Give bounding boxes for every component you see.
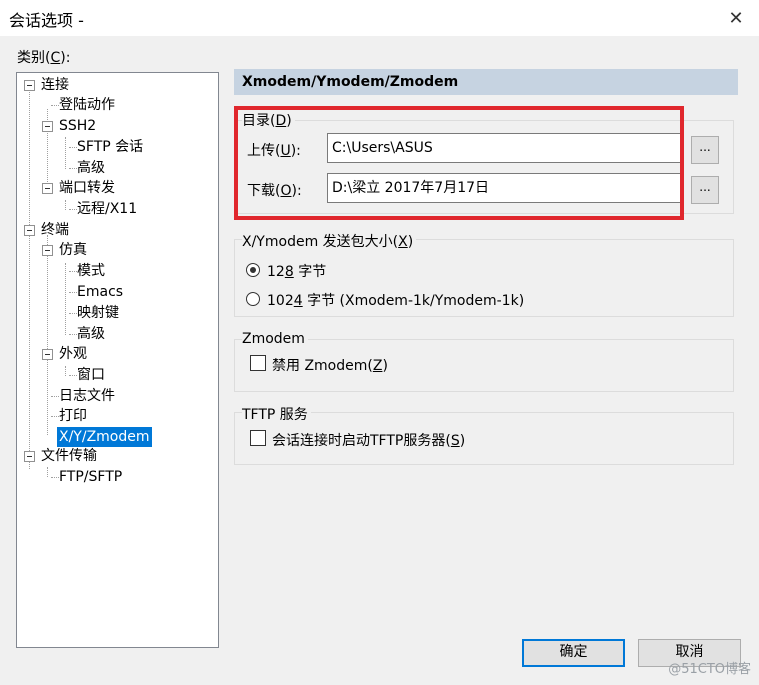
tftp-group-title: TFTP 服务 bbox=[242, 404, 311, 424]
packet-1024-label[interactable]: 1024 字节 (Xmodem-1k/Ymodem-1k) bbox=[267, 290, 524, 310]
tree-item-emulation[interactable]: 仿真 bbox=[57, 240, 89, 260]
upload-path-input[interactable]: C:\Users\ASUS bbox=[327, 133, 682, 163]
start-tftp-checkbox[interactable] bbox=[250, 430, 266, 446]
emulation-collapse-icon[interactable] bbox=[42, 245, 53, 256]
port-forwarding-collapse-icon[interactable] bbox=[42, 183, 53, 194]
file-transfer-collapse-icon[interactable] bbox=[24, 451, 35, 462]
dialog-body: 类别(C): 连接 登陆动作 SSH2 SFTP 会话 高级 端口转发 远程/X… bbox=[0, 36, 759, 685]
ssh2-collapse-icon[interactable] bbox=[42, 121, 53, 132]
tree-item-ssh2-advanced[interactable]: 高级 bbox=[75, 158, 107, 178]
directory-group-title: 目录(D) bbox=[242, 110, 295, 130]
tree-item-login-actions[interactable]: 登陆动作 bbox=[57, 95, 117, 115]
tree-item-window[interactable]: 窗口 bbox=[75, 365, 107, 385]
download-label: 下载(O): bbox=[247, 183, 302, 199]
disable-zmodem-label[interactable]: 禁用 Zmodem(Z) bbox=[272, 355, 388, 375]
download-path-input[interactable]: D:\梁立 2017年7月17日 bbox=[327, 173, 682, 203]
packet-size-group-title: X/Ymodem 发送包大小(X) bbox=[242, 231, 417, 251]
tree-item-modes[interactable]: 模式 bbox=[75, 261, 107, 281]
tree-item-appearance[interactable]: 外观 bbox=[57, 344, 89, 364]
zmodem-group-title: Zmodem bbox=[242, 331, 308, 347]
download-browse-button[interactable]: ... bbox=[691, 176, 719, 204]
tree-item-emacs[interactable]: Emacs bbox=[75, 282, 125, 302]
tree-item-port-forwarding[interactable]: 端口转发 bbox=[57, 178, 117, 198]
window-title: 会话选项 - bbox=[9, 11, 84, 30]
tree-item-sftp-session[interactable]: SFTP 会话 bbox=[75, 137, 145, 157]
tree-item-ftp-sftp[interactable]: FTP/SFTP bbox=[57, 467, 124, 487]
terminal-collapse-icon[interactable] bbox=[24, 225, 35, 236]
tree-item-terminal[interactable]: 终端 bbox=[39, 220, 71, 240]
tree-item-ssh2[interactable]: SSH2 bbox=[57, 116, 98, 136]
packet-1024-radio[interactable] bbox=[246, 292, 260, 306]
tree-item-xyzmodem[interactable]: X/Y/Zmodem bbox=[57, 427, 152, 447]
packet-128-radio[interactable] bbox=[246, 263, 260, 277]
panel-header: Xmodem/Ymodem/Zmodem bbox=[234, 69, 738, 95]
tree-item-mapped-keys[interactable]: 映射键 bbox=[75, 303, 121, 323]
title-bar: 会话选项 - ✕ bbox=[0, 0, 759, 36]
category-label: 类别(C): bbox=[17, 50, 71, 66]
connection-collapse-icon[interactable] bbox=[24, 80, 35, 91]
tree-item-printing[interactable]: 打印 bbox=[57, 406, 89, 426]
packet-128-label[interactable]: 128 字节 bbox=[267, 261, 326, 281]
close-icon[interactable]: ✕ bbox=[713, 0, 759, 36]
tree-item-remote-x11[interactable]: 远程/X11 bbox=[75, 199, 139, 219]
category-tree[interactable]: 连接 登陆动作 SSH2 SFTP 会话 高级 端口转发 远程/X11 终端 仿… bbox=[16, 72, 219, 648]
tree-item-emulation-advanced[interactable]: 高级 bbox=[75, 324, 107, 344]
upload-label: 上传(U): bbox=[247, 143, 301, 159]
start-tftp-label[interactable]: 会话连接时启动TFTP服务器(S) bbox=[272, 430, 465, 450]
watermark: @51CTO博客 bbox=[668, 662, 751, 677]
appearance-collapse-icon[interactable] bbox=[42, 349, 53, 360]
upload-browse-button[interactable]: ... bbox=[691, 136, 719, 164]
disable-zmodem-checkbox[interactable] bbox=[250, 355, 266, 371]
tree-item-connection[interactable]: 连接 bbox=[39, 75, 71, 95]
tree-item-file-transfer[interactable]: 文件传输 bbox=[39, 446, 99, 466]
tree-item-log-file[interactable]: 日志文件 bbox=[57, 386, 117, 406]
ok-button[interactable]: 确定 bbox=[522, 639, 625, 667]
